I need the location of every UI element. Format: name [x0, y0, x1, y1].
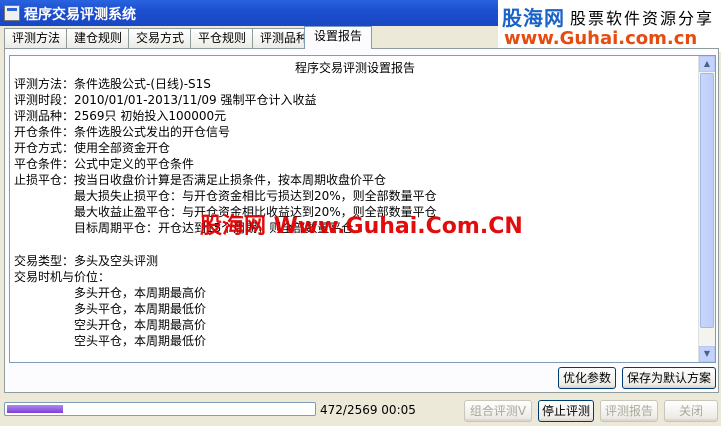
scroll-up-arrow-icon[interactable]: ▲: [699, 56, 715, 72]
window-title: 程序交易评测系统: [24, 7, 136, 23]
logo-slogan: 股票软件资源分享: [570, 9, 715, 28]
save-default-button[interactable]: 保存为默认方案: [622, 367, 716, 389]
tab-settings-report[interactable]: 设置报告: [304, 26, 372, 49]
scroll-down-arrow-icon[interactable]: ▼: [699, 346, 715, 362]
progress-bar: [4, 402, 316, 416]
report-line: 评测品种：2569只 初始投入100000元: [14, 109, 227, 123]
report-line: 最大损失止损平仓：与开仓资金相比亏损达到20%，则全部数量平仓: [74, 189, 437, 203]
close-button[interactable]: 关闭: [664, 400, 718, 422]
report-line: 交易类型：多头及空头评测: [14, 254, 159, 268]
report-textbox[interactable]: 程序交易评测设置报告 评测方法：条件选股公式-(日线)-S1S 评测时段：201…: [9, 55, 716, 363]
report-line: 评测方法：条件选股公式-(日线)-S1S: [14, 77, 211, 91]
tab-method[interactable]: 评测方法: [4, 28, 68, 48]
report-title: 程序交易评测设置报告: [294, 61, 415, 75]
tab-trade-mode[interactable]: 交易方式: [128, 28, 192, 48]
report-line: 交易时机与价位：: [14, 270, 111, 284]
tab-panel: 程序交易评测设置报告 评测方法：条件选股公式-(日线)-S1S 评测时段：201…: [4, 48, 719, 393]
logo-brand: 股海网: [502, 6, 565, 30]
progress-text: 472/2569 00:05: [320, 403, 416, 417]
report-scrollbar[interactable]: ▲ ▼: [698, 56, 715, 362]
report-line: 平仓条件：公式中定义的平仓条件: [14, 157, 195, 171]
logo-banner: 股海网 股票软件资源分享 www.Guhai.com.cn: [498, 0, 721, 52]
eval-report-button[interactable]: 评测报告: [600, 400, 658, 422]
report-line: 开仓条件：条件选股公式发出的开仓信号: [14, 125, 231, 139]
logo-url: www.Guhai.com.cn: [504, 28, 698, 49]
tab-exit-rules[interactable]: 平仓规则: [190, 28, 254, 48]
report-line: 评测时段：2010/01/01-2013/11/09 强制平仓计入收益: [14, 93, 317, 107]
report-line: 开仓方式：使用全部资金开仓: [14, 141, 171, 155]
scroll-thumb[interactable]: [700, 73, 714, 328]
report-line: 多头平仓，本周期最低价: [74, 302, 207, 316]
report-line: 空头开仓，本周期最高价: [74, 318, 207, 332]
optimize-params-button[interactable]: 优化参数: [558, 367, 616, 389]
app-icon: [4, 5, 20, 21]
progress-fill: [7, 405, 63, 413]
report-line: 止损平仓：按当日收盘价计算是否满足止损条件，按本周期收盘价平仓: [14, 173, 387, 187]
combo-eval-button[interactable]: 组合评测V: [464, 400, 532, 422]
site-watermark: 股海网 Www.Guhai.Com.CN: [200, 214, 523, 239]
stop-eval-button[interactable]: 停止评测: [538, 400, 594, 422]
report-line: 空头平仓，本周期最低价: [74, 334, 207, 348]
tab-entry-rules[interactable]: 建仓规则: [66, 28, 130, 48]
report-line: 多头开仓，本周期最高价: [74, 286, 207, 300]
